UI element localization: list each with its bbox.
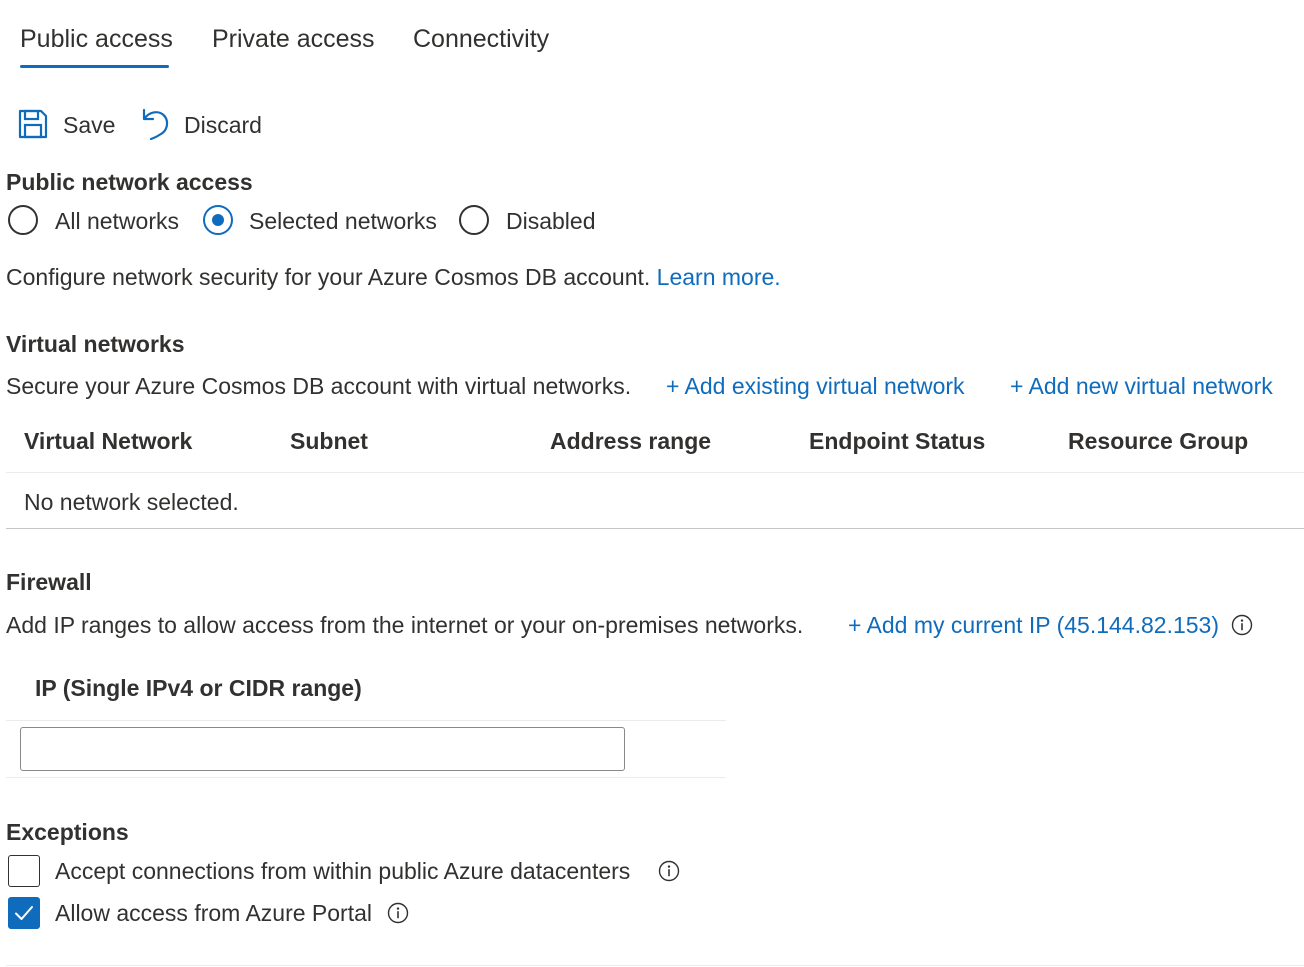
radio-selected-networks[interactable]: Selected networks [203,205,443,237]
info-icon[interactable] [1231,614,1253,636]
table-bottom-divider [6,528,1304,529]
add-existing-vnet-link[interactable]: + Add existing virtual network [666,372,965,400]
column-header-resource-group: Resource Group [1068,428,1249,454]
checkmark-icon [15,906,33,920]
ip-input[interactable] [20,727,625,771]
exception-azure-portal[interactable]: Allow access from Azure Portal [8,897,418,931]
firewall-description: Add IP ranges to allow access from the i… [6,612,804,638]
exception-azure-datacenters[interactable]: Accept connections from within public Az… [8,855,688,889]
discard-label: Discard [184,112,262,138]
radio-circle-disabled[interactable] [459,205,489,235]
radio-circle-all-networks[interactable] [8,205,38,235]
add-current-ip-link[interactable]: + Add my current IP (45.144.82.153) [848,611,1219,639]
radio-disabled[interactable]: Disabled [459,205,599,237]
column-header-subnet: Subnet [290,428,368,454]
exceptions-title: Exceptions [6,819,129,845]
discard-button[interactable]: Discard [140,104,270,144]
radio-label-disabled: Disabled [506,208,596,234]
ip-table-header-divider [6,720,726,721]
radio-label-selected-networks: Selected networks [249,208,437,234]
column-header-ip: IP (Single IPv4 or CIDR range) [35,675,362,701]
undo-icon [142,108,169,140]
column-header-address-range: Address range [550,428,712,454]
ip-table-bottom-divider [6,777,726,778]
tab-private-access[interactable]: Private access [212,24,375,54]
radio-circle-selected-networks[interactable] [203,205,233,235]
radio-all-networks[interactable]: All networks [8,205,188,237]
exception-label-azure-datacenters: Accept connections from within public Az… [55,858,631,884]
public-network-access-title: Public network access [6,169,253,195]
save-icon [18,109,48,139]
learn-more-link[interactable]: Learn more. [657,264,781,290]
radio-label-all-networks: All networks [55,208,179,234]
tab-public-access[interactable]: Public access [20,24,173,54]
info-icon[interactable] [658,860,680,882]
configure-description: Configure network security for your Azur… [6,263,781,291]
bottom-divider [6,965,1304,966]
checkbox-azure-datacenters[interactable] [8,855,40,887]
column-header-virtual-network: Virtual Network [24,428,193,454]
configure-text: Configure network security for your Azur… [6,264,651,290]
save-button[interactable]: Save [16,104,128,144]
virtual-networks-title: Virtual networks [6,331,185,357]
firewall-title: Firewall [6,569,92,595]
save-label: Save [63,112,116,138]
active-tab-indicator [20,65,169,68]
exception-label-azure-portal: Allow access from Azure Portal [55,900,373,926]
virtual-networks-description: Secure your Azure Cosmos DB account with… [6,373,632,399]
vnet-empty-text: No network selected. [24,489,239,515]
checkbox-azure-portal[interactable] [8,897,40,929]
add-new-vnet-link[interactable]: + Add new virtual network [1010,372,1273,400]
table-header-divider [6,472,1304,473]
column-header-endpoint-status: Endpoint Status [809,428,986,454]
info-icon[interactable] [387,902,409,924]
tab-connectivity[interactable]: Connectivity [413,24,549,54]
